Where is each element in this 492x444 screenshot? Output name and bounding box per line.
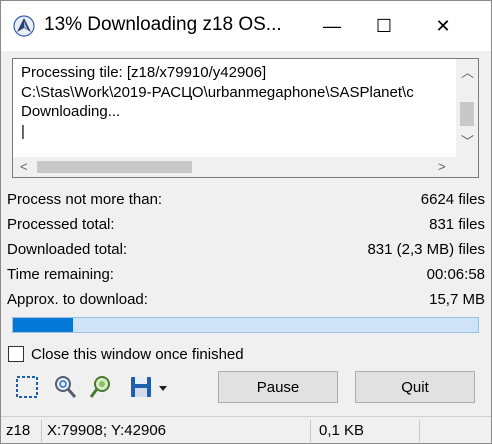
- quit-button[interactable]: Quit: [355, 371, 475, 403]
- horizontal-scrollbar[interactable]: < >: [13, 157, 456, 177]
- maximize-icon: ☐: [375, 15, 393, 36]
- stat-row-downloaded: Downloaded total: 831 (2,3 MB) files: [7, 239, 485, 264]
- pause-button[interactable]: Pause: [218, 371, 338, 403]
- status-divider: [419, 420, 420, 442]
- vertical-scroll-thumb[interactable]: [460, 102, 474, 126]
- close-when-finished-checkbox[interactable]: [8, 346, 24, 362]
- stat-label: Process not more than:: [7, 191, 163, 208]
- stat-value: 6624 files: [420, 191, 485, 208]
- close-button[interactable]: ✕: [420, 1, 466, 51]
- zoom-to-area-icon[interactable]: [52, 373, 78, 401]
- log-text: Processing tile: [z18/x79910/y42906] C:\…: [21, 64, 414, 140]
- maximize-button[interactable]: ☐: [361, 1, 407, 51]
- zoom-search-icon[interactable]: [90, 373, 116, 401]
- close-when-finished-option[interactable]: Close this window once finished: [8, 343, 244, 365]
- window-title: 13% Downloading z18 OS...: [44, 14, 282, 35]
- stat-value: 831 (2,3 MB) files: [367, 241, 485, 258]
- status-coordinates: X:79908; Y:42906: [47, 422, 167, 439]
- stat-row-processed: Processed total: 831 files: [7, 214, 485, 239]
- save-icon[interactable]: [128, 373, 154, 401]
- stat-value: 831 files: [429, 216, 485, 233]
- vertical-scrollbar[interactable]: ︿ ﹀: [456, 59, 478, 157]
- status-bar: z18 X:79908; Y:42906 0,1 KB: [1, 416, 491, 444]
- minimize-button[interactable]: —: [309, 1, 355, 51]
- log-textbox[interactable]: Processing tile: [z18/x79910/y42906] C:\…: [12, 58, 479, 178]
- close-icon: ✕: [435, 15, 451, 36]
- stat-row-time-remaining: Time remaining: 00:06:58: [7, 264, 485, 289]
- scroll-down-icon[interactable]: ﹀: [461, 135, 474, 148]
- stat-value: 15,7 MB: [429, 291, 485, 308]
- horizontal-scroll-thumb[interactable]: [37, 161, 192, 173]
- status-divider: [310, 420, 311, 442]
- sasplanet-app-icon: [13, 15, 35, 37]
- select-area-icon[interactable]: [14, 373, 40, 401]
- checkbox-label[interactable]: Close this window once finished: [31, 346, 244, 363]
- status-divider: [41, 420, 42, 442]
- stat-row-approx-download: Approx. to download: 15,7 MB: [7, 289, 485, 314]
- stat-value: 00:06:58: [426, 266, 485, 283]
- scroll-right-icon[interactable]: >: [438, 160, 446, 173]
- stat-label: Approx. to download:: [7, 291, 148, 308]
- status-zoom: z18: [6, 422, 31, 439]
- scroll-left-icon[interactable]: <: [20, 160, 28, 173]
- scrollbar-corner: [456, 157, 478, 177]
- minimize-icon: —: [323, 15, 341, 36]
- status-size: 0,1 KB: [319, 422, 365, 439]
- stat-label: Downloaded total:: [7, 241, 128, 258]
- stat-label: Processed total:: [7, 216, 115, 233]
- progress-bar: [12, 317, 479, 333]
- progress-fill: [13, 318, 74, 332]
- stats-panel: Process not more than: 6624 files Proces…: [7, 189, 485, 314]
- title-bar[interactable]: 13% Downloading z18 OS... — ☐ ✕: [1, 1, 491, 51]
- save-dropdown-icon[interactable]: [156, 373, 170, 401]
- download-window: 13% Downloading z18 OS... — ☐ ✕ Processi…: [0, 0, 492, 444]
- scroll-up-icon[interactable]: ︿: [461, 66, 474, 79]
- stat-row-process-limit: Process not more than: 6624 files: [7, 189, 485, 214]
- stat-label: Time remaining:: [7, 266, 114, 283]
